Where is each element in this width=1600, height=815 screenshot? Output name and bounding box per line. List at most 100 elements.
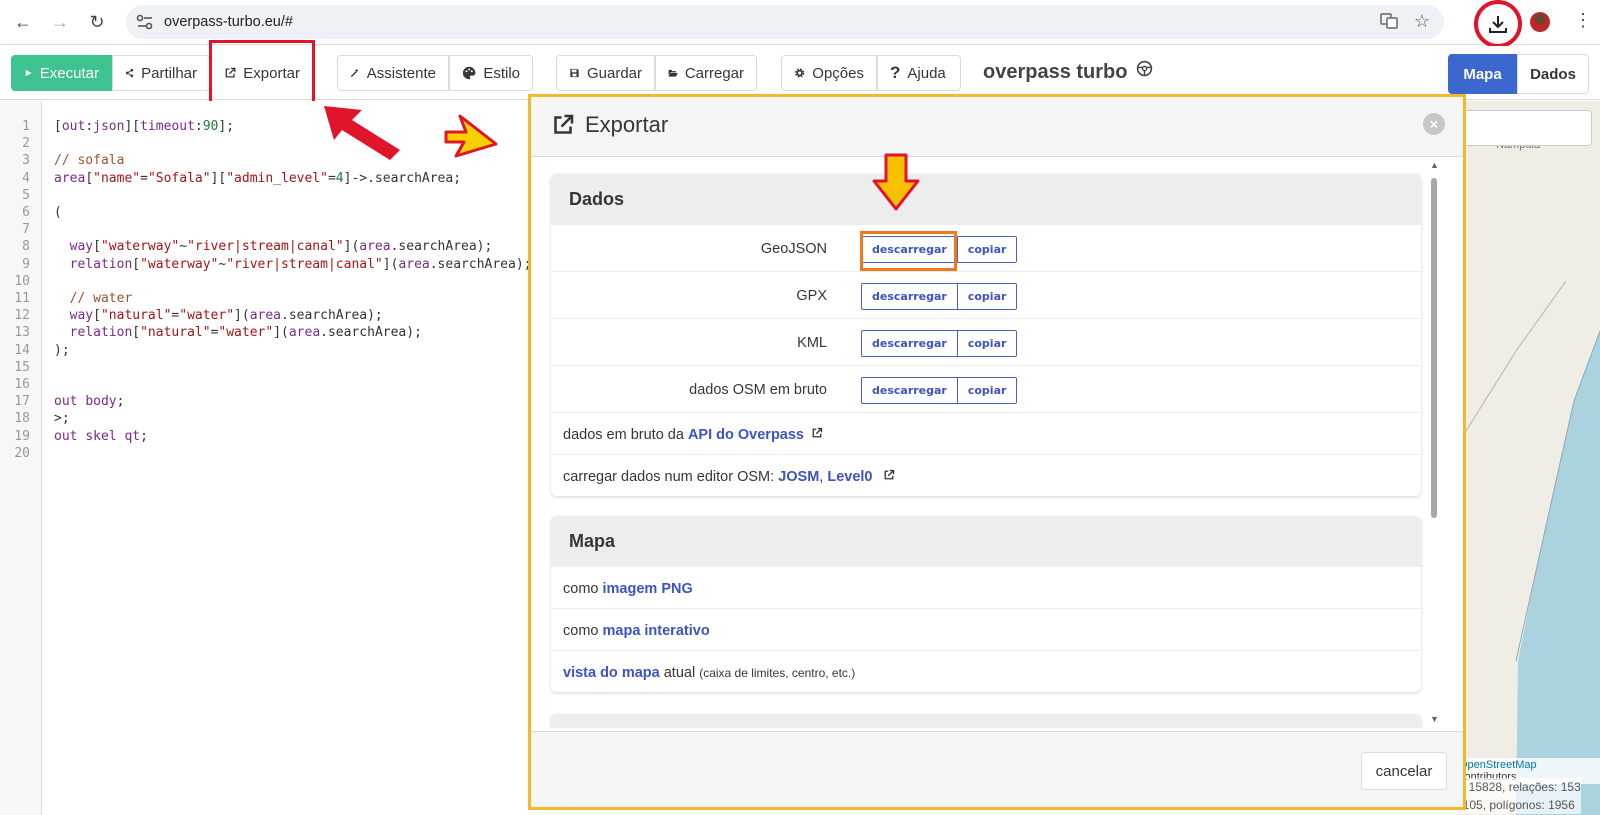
kml-label: KML [797,335,827,351]
scroll-down-icon[interactable]: ▼ [1430,714,1439,724]
export-row-kml: KML descarregar copiar [551,318,1421,365]
code-text: out skel qt; [54,428,148,444]
run-button-label: Executar [39,64,99,82]
scrollbar-thumb[interactable] [1431,178,1437,518]
browser-toolbar: ← → ↻ overpass-turbo.eu/# ☆ ⋮ [0,0,1600,48]
wizard-button-label: Assistente [366,64,436,82]
line-number: 7 [22,222,30,238]
yellow-arrow-annotation [444,114,498,158]
external-link-icon [884,469,894,480]
code-text: way["waterway"~"river|stream|canal"](are… [69,239,493,255]
line-number: 16 [14,377,30,392]
more-menu-icon[interactable]: ⋮ [1574,10,1592,31]
current-view-row: vista do mapa atual (caixa de limites, c… [551,650,1421,692]
bookmark-star-icon[interactable]: ☆ [1411,10,1433,32]
line-number: 12 [14,308,30,324]
scroll-up-icon[interactable]: ▲ [1430,160,1439,170]
export-row-gpx: GPX descarregar copiar [551,271,1421,318]
code-text: out body; [54,394,125,410]
wizard-button[interactable]: Assistente [337,55,449,91]
help-button-label: Ajuda [907,64,946,82]
cancel-button[interactable]: cancelar [1361,752,1447,790]
line-number: 4 [22,170,30,186]
save-button-label: Guardar [586,64,642,82]
raw-osm-label: dados OSM em bruto [689,382,827,398]
highlight-export-button [209,40,315,106]
line-number: 15 [14,359,30,375]
back-icon[interactable]: ← [9,8,37,36]
line-number: 10 [14,273,30,289]
share-button[interactable]: Partilhar [112,55,210,91]
interactive-map-link[interactable]: mapa interativo [603,623,710,639]
code-editor[interactable]: 1 [out:json][timeout:90]; 2 3 // sofala 4 area… [0,101,540,815]
png-image-link[interactable]: imagem PNG [603,581,693,597]
map-view[interactable]: Nampula [1456,101,1600,815]
avatar[interactable] [1530,12,1550,32]
steering-wheel-icon [1136,60,1153,77]
red-arrow-annotation [324,106,400,160]
level0-link[interactable]: Level0 [827,469,872,485]
help-button[interactable]: ? Ajuda [877,55,961,91]
options-button-label: Opções [812,64,864,82]
overpass-api-link[interactable]: API do Overpass [688,427,804,443]
line-number: 13 [14,325,30,341]
site-settings-icon[interactable] [136,14,154,30]
line-number: 6 [22,205,30,220]
reload-icon[interactable]: ↻ [83,8,111,36]
raw-api-row: dados em bruto da API do Overpass [551,412,1421,454]
interactive-map-row: como mapa interativo [551,608,1421,650]
load-button[interactable]: Carregar [655,55,757,91]
josm-link[interactable]: JOSM [778,469,819,485]
kml-copy-button[interactable]: copiar [957,330,1018,357]
share-button-label: Partilhar [141,64,197,82]
folder-open-icon [668,69,678,77]
next-panel-stub [551,714,1421,728]
options-button[interactable]: Opções [781,55,877,91]
code-text: ( [54,205,62,220]
dialog-body: Dados GeoJSON descarregar copiar GPX des… [531,158,1463,728]
style-button[interactable]: Estilo [449,55,533,91]
kml-download-button[interactable]: descarregar [861,330,958,357]
line-number: 5 [22,187,30,203]
code-text: relation["waterway"~"river|stream|canal"… [69,256,532,272]
geojson-label: GeoJSON [760,241,827,257]
line-number: 9 [22,256,30,272]
close-button[interactable]: × [1423,113,1445,135]
export-dialog: Exportar × Dados GeoJSON descarregar cop… [528,94,1466,810]
download-icon[interactable] [1474,0,1522,48]
gpx-download-button[interactable]: descarregar [861,283,958,310]
dialog-footer: cancelar [531,731,1463,807]
line-number: 17 [14,394,30,410]
data-export-panel: Dados GeoJSON descarregar copiar GPX des… [551,174,1421,496]
dialog-header: Exportar × [531,97,1463,157]
style-button-label: Estilo [483,64,520,82]
osm-editor-row: carregar dados num editor OSM: JOSM, Lev… [551,454,1421,496]
highlight-geojson-download [860,231,957,271]
gpx-label: GPX [796,288,827,304]
attribution-link[interactable]: OpenStreetMap [1459,759,1537,771]
raw-osm-copy-button[interactable]: copiar [957,377,1018,404]
line-number: 19 [14,428,30,444]
address-bar[interactable]: overpass-turbo.eu/# [126,5,1444,39]
export-row-geojson: GeoJSON descarregar copiar [551,224,1421,271]
url-text: overpass-turbo.eu/# [164,14,293,30]
gpx-copy-button[interactable]: copiar [957,283,1018,310]
save-button[interactable]: Guardar [556,55,655,91]
raw-osm-download-button[interactable]: descarregar [861,377,958,404]
tab-data[interactable]: Dados [1517,54,1589,94]
geojson-copy-button[interactable]: copiar [957,236,1018,263]
translate-icon[interactable] [1378,10,1400,32]
map-stats: s: 15828, relações: 153 2105, polígonos:… [1456,778,1581,814]
code-text: ); [54,342,70,358]
line-number: 8 [22,239,30,255]
load-button-label: Carregar [684,64,744,82]
forward-icon[interactable]: → [46,8,74,36]
map-export-panel: Mapa como imagem PNG como mapa interativ… [551,516,1421,692]
run-button[interactable]: Executar [11,55,112,91]
line-number: 14 [14,342,30,358]
tab-map[interactable]: Mapa [1448,54,1517,94]
palette-icon [462,66,476,80]
map-view-link[interactable]: vista do mapa [563,665,660,681]
code-text: >; [54,411,70,427]
code-text: // sofala [54,153,125,169]
